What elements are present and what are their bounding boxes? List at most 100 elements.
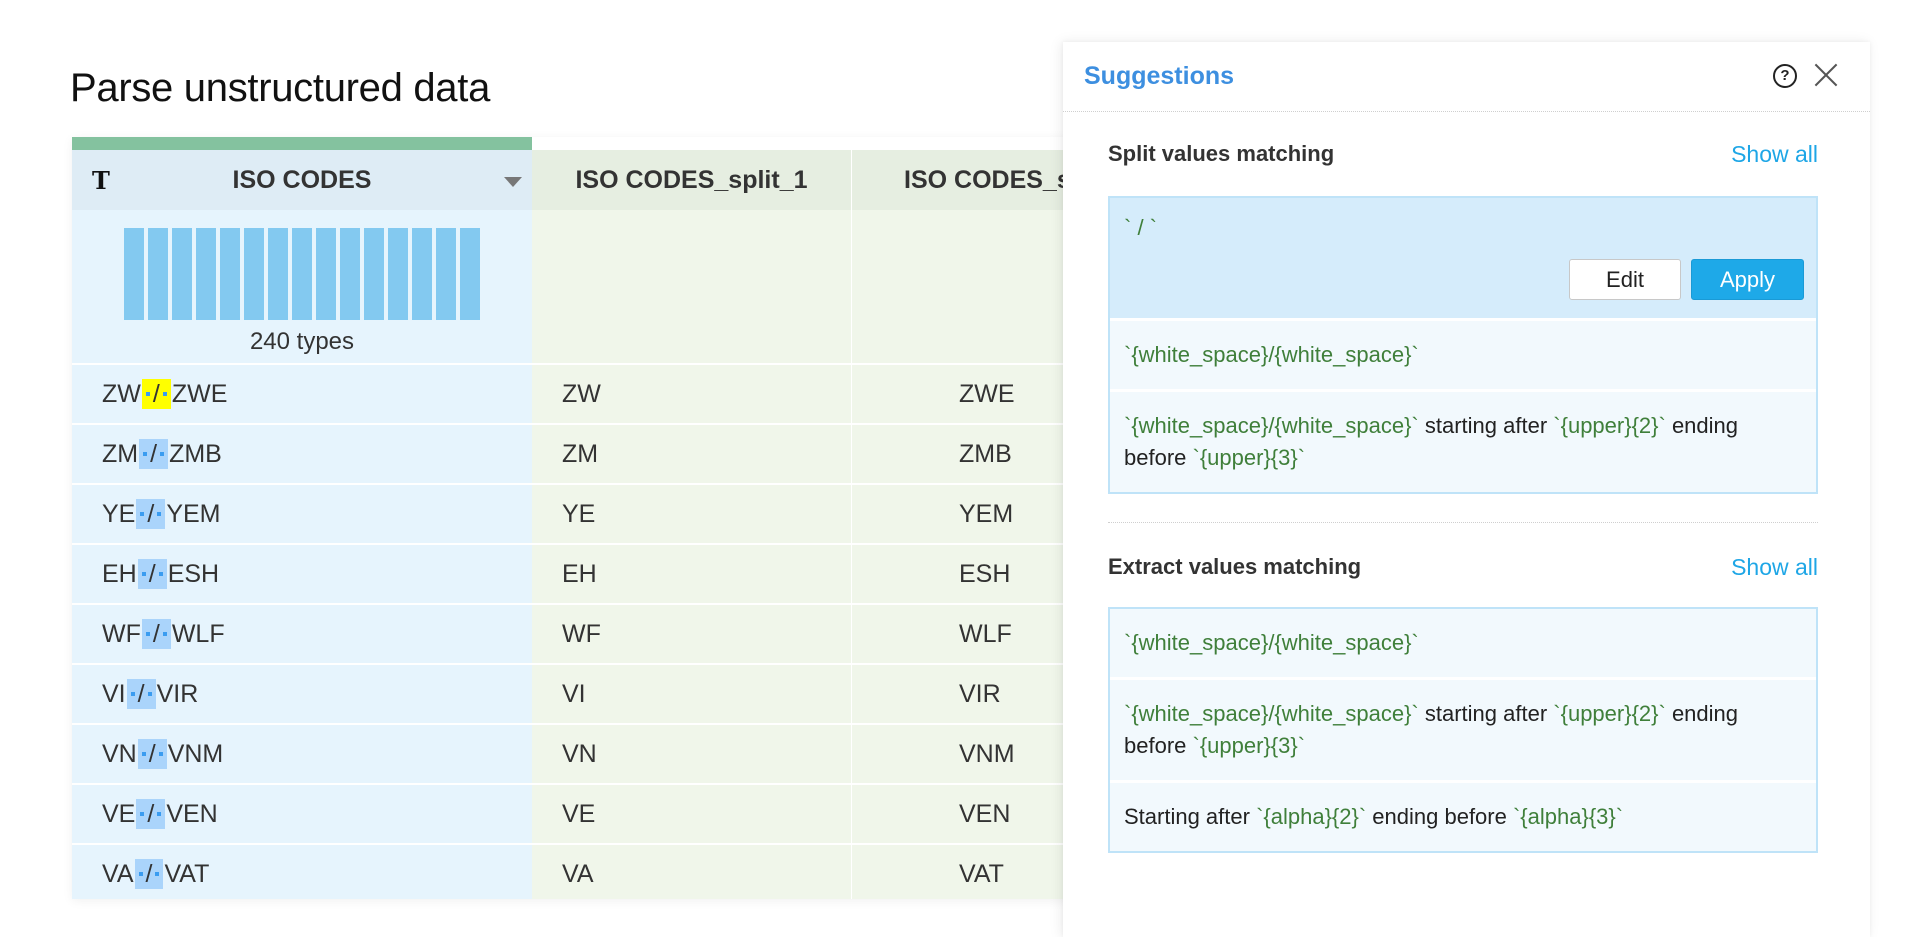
histogram-bar[interactable]: [460, 228, 480, 320]
space-marker: [145, 392, 150, 396]
separator-highlight[interactable]: /: [139, 439, 169, 469]
separator-char: /: [152, 379, 160, 408]
space-marker: [157, 812, 162, 816]
table-cell[interactable]: ZW: [532, 363, 851, 423]
table-cell[interactable]: WF: [532, 603, 851, 663]
separator-highlight[interactable]: /: [137, 559, 167, 589]
text-type-icon[interactable]: T: [92, 166, 110, 195]
column-header-split-1[interactable]: ISO CODES_split_1: [532, 150, 851, 210]
histogram-bar[interactable]: [220, 228, 240, 320]
histogram-bar[interactable]: [340, 228, 360, 320]
space-marker: [155, 872, 160, 876]
table-row[interactable]: EH / ESH: [72, 543, 532, 603]
help-icon[interactable]: ?: [1773, 64, 1797, 88]
table-cell[interactable]: YEM: [852, 483, 1072, 543]
separator-highlight[interactable]: /: [136, 499, 166, 529]
histogram-bar[interactable]: [244, 228, 264, 320]
pattern-token: `{upper}{3}`: [1192, 445, 1306, 470]
histogram-bar[interactable]: [388, 228, 408, 320]
table-row[interactable]: ZW / ZWE: [72, 363, 532, 423]
histogram-bar[interactable]: [364, 228, 384, 320]
suggestion-text: starting after: [1418, 701, 1554, 726]
extract-suggestion-item[interactable]: `{white_space}/{white_space}`: [1110, 609, 1816, 677]
space-marker: [138, 872, 143, 876]
column-header-label: ISO CODES_split_2: [904, 165, 1072, 194]
split-suggestion-item[interactable]: `{white_space}/{white_space}` starting a…: [1110, 389, 1816, 492]
split-show-all-link[interactable]: Show all: [1731, 141, 1818, 168]
table-cell[interactable]: WLF: [852, 603, 1072, 663]
histogram-bar[interactable]: [412, 228, 432, 320]
space-marker: [141, 572, 146, 576]
table-cell[interactable]: VI: [532, 663, 851, 723]
cell-left-part: WF: [102, 619, 141, 648]
column-header-iso-codes[interactable]: T ISO CODES: [72, 150, 532, 210]
suggestion-text: starting after: [1418, 413, 1554, 438]
table-row[interactable]: WF / WLF: [72, 603, 532, 663]
space-marker: [162, 632, 167, 636]
separator-highlight[interactable]: /: [141, 379, 171, 409]
column-iso-codes: T ISO CODES 240 types ZW / ZWE ZM / ZMB YE / YEM…: [72, 137, 532, 899]
table-cell[interactable]: VA: [532, 843, 851, 899]
table-cell[interactable]: VE: [532, 783, 851, 843]
histogram-bar[interactable]: [124, 228, 144, 320]
table-row[interactable]: VA / VAT: [72, 843, 532, 899]
column-menu-dropdown-icon[interactable]: [504, 177, 522, 187]
table-row[interactable]: ZM / ZMB: [72, 423, 532, 483]
column-iso-codes-split-1: ISO CODES_split_1 ZW ZM YE EH WF VI VN VE VA: [532, 137, 851, 899]
table-row[interactable]: VN / VNM: [72, 723, 532, 783]
table-cell[interactable]: VAT: [852, 843, 1072, 899]
edit-button[interactable]: Edit: [1569, 259, 1681, 300]
histogram-bar[interactable]: [268, 228, 288, 320]
histogram-bar[interactable]: [148, 228, 168, 320]
suggestions-title: Suggestions: [1084, 62, 1235, 90]
space-marker: [130, 692, 135, 696]
pattern-token: `{white_space}/{white_space}`: [1124, 630, 1419, 655]
table-cell[interactable]: ZMB: [852, 423, 1072, 483]
column-header-split-2[interactable]: ISO CODES_split_2: [852, 150, 1072, 210]
separator-highlight[interactable]: /: [126, 679, 156, 709]
split-suggestion-item[interactable]: `{white_space}/{white_space}`: [1110, 318, 1816, 389]
histogram-bar[interactable]: [196, 228, 216, 320]
cell-right-part: ESH: [167, 559, 220, 588]
separator-char: /: [147, 799, 155, 828]
histogram-bar[interactable]: [292, 228, 312, 320]
extract-suggestions-list: `{white_space}/{white_space}` `{white_spa…: [1108, 607, 1818, 853]
separator-char: /: [145, 859, 153, 888]
apply-button[interactable]: Apply: [1691, 259, 1804, 300]
pattern-token: `{alpha}{2}`: [1256, 804, 1367, 829]
table-cell[interactable]: VNM: [852, 723, 1072, 783]
space-marker: [158, 752, 163, 756]
cell-left-part: VA: [102, 859, 134, 888]
table-cell[interactable]: ZWE: [852, 363, 1072, 423]
table-cell[interactable]: ZM: [532, 423, 851, 483]
separator-char: /: [148, 739, 156, 768]
table-row[interactable]: VE / VEN: [72, 783, 532, 843]
table-cell[interactable]: VN: [532, 723, 851, 783]
table-cell[interactable]: VEN: [852, 783, 1072, 843]
table-cell[interactable]: ESH: [852, 543, 1072, 603]
histogram-bar[interactable]: [316, 228, 336, 320]
space-marker: [157, 512, 162, 516]
separator-highlight[interactable]: /: [141, 619, 171, 649]
histogram-bar[interactable]: [172, 228, 192, 320]
close-icon[interactable]: [1813, 62, 1839, 88]
cell-left-part: ZW: [102, 379, 141, 408]
table-cell[interactable]: EH: [532, 543, 851, 603]
table-cell[interactable]: VIR: [852, 663, 1072, 723]
space-marker: [158, 572, 163, 576]
table-row[interactable]: VI / VIR: [72, 663, 532, 723]
extract-suggestion-item[interactable]: `{white_space}/{white_space}` starting a…: [1110, 677, 1816, 780]
separator-highlight[interactable]: /: [134, 859, 164, 889]
separator-highlight[interactable]: /: [136, 799, 166, 829]
table-cell[interactable]: YE: [532, 483, 851, 543]
split-suggestion-selected[interactable]: ` / ` Edit Apply: [1110, 198, 1816, 318]
cell-left-part: VI: [102, 679, 126, 708]
pattern-token: `{upper}{2}`: [1553, 701, 1666, 726]
extract-show-all-link[interactable]: Show all: [1731, 554, 1818, 581]
separator-highlight[interactable]: /: [137, 739, 167, 769]
histogram-bar[interactable]: [436, 228, 456, 320]
column-iso-codes-split-2: ISO CODES_split_2 ZWEZMBYEMESHWLFVIRVNMV…: [852, 137, 1072, 899]
extract-suggestion-item[interactable]: Starting after `{alpha}{2}` ending befor…: [1110, 780, 1816, 851]
separator-char: /: [152, 619, 160, 648]
table-row[interactable]: YE / YEM: [72, 483, 532, 543]
